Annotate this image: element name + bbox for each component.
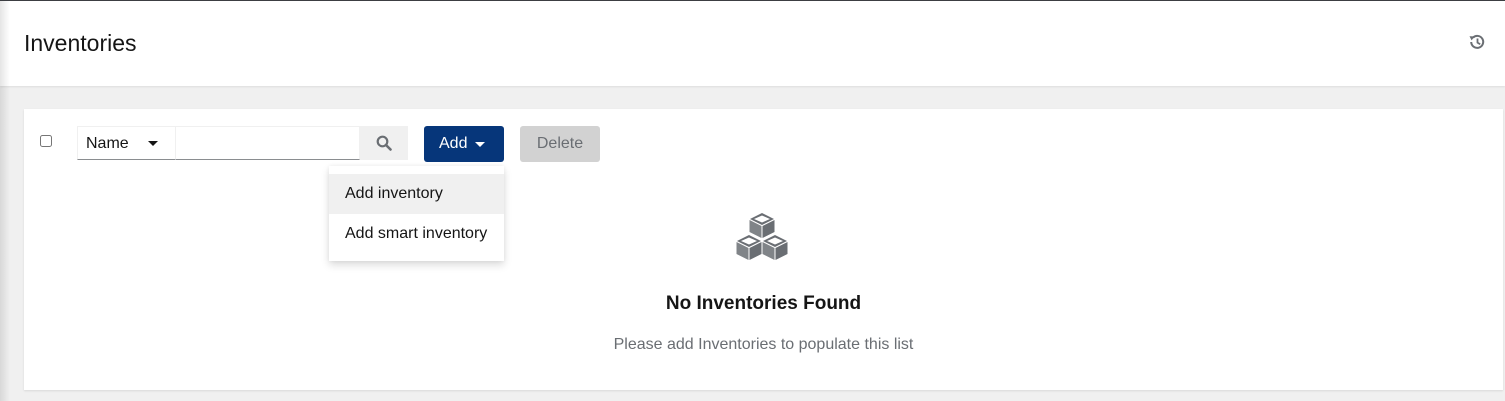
caret-down-icon	[148, 141, 158, 146]
inventories-list-card: Name Add Delete Add inventory Add smart …	[24, 109, 1503, 390]
search-button[interactable]	[360, 126, 408, 160]
search-icon	[376, 135, 392, 151]
delete-button-label: Delete	[536, 135, 584, 152]
select-all-checkbox[interactable]	[40, 135, 52, 147]
menu-item-add-inventory[interactable]: Add inventory	[329, 174, 504, 214]
add-dropdown-menu: Add inventory Add smart inventory	[329, 166, 504, 261]
filter-field-select[interactable]: Name	[77, 126, 176, 160]
empty-state-title: No Inventories Found	[665, 293, 862, 314]
search-input[interactable]	[176, 126, 360, 160]
add-button[interactable]: Add	[424, 126, 504, 162]
caret-down-icon	[475, 142, 485, 147]
page-title: Inventories	[24, 30, 137, 56]
filter-field-label: Name	[86, 135, 129, 152]
delete-button[interactable]: Delete	[520, 126, 600, 162]
page: Inventories Name Add Delete Add inventor…	[0, 0, 1505, 401]
cubes-icon	[734, 212, 790, 262]
add-button-label: Add	[439, 135, 468, 152]
menu-item-add-smart-inventory[interactable]: Add smart inventory	[329, 214, 504, 254]
history-icon[interactable]	[1468, 33, 1486, 51]
page-header: Inventories	[0, 1, 1505, 86]
empty-state-body: Please add Inventories to populate this …	[613, 336, 914, 353]
